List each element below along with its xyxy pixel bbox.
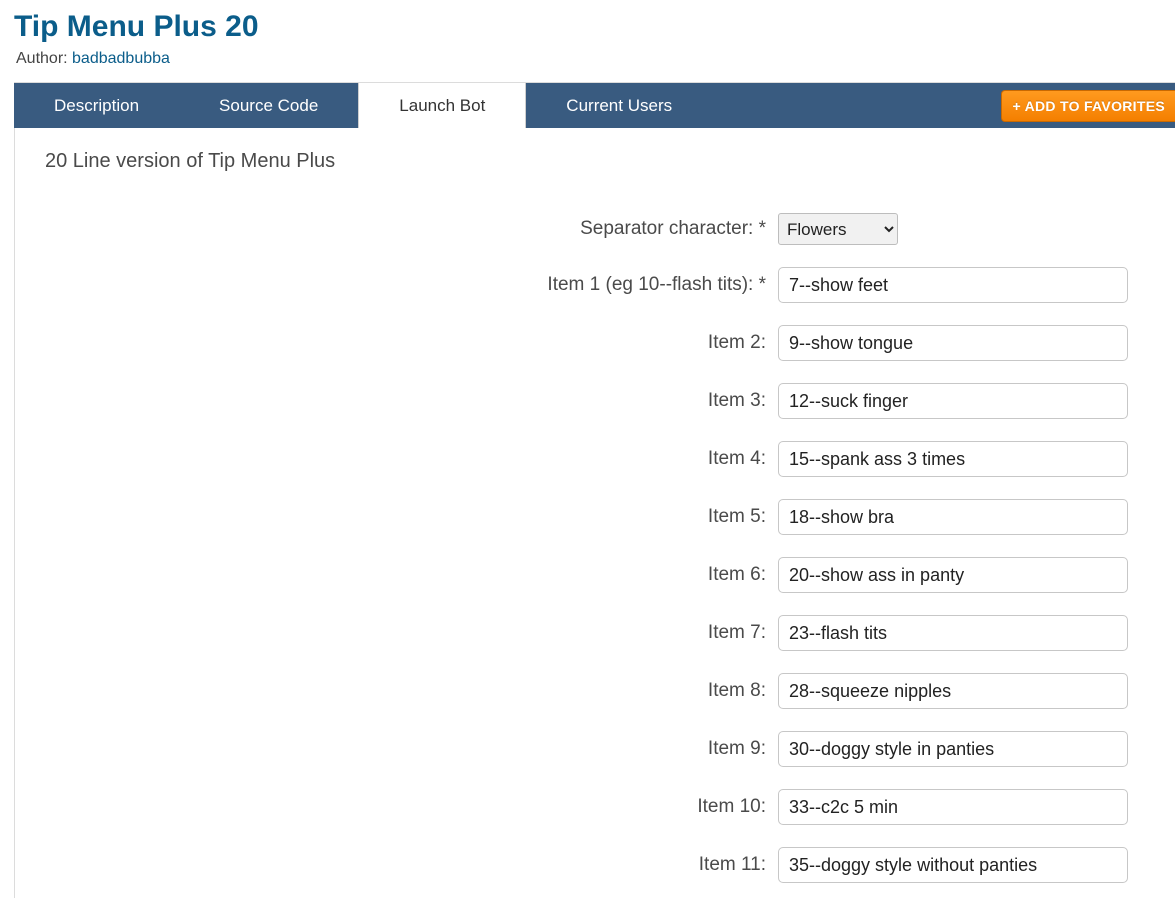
form-row-item-1: Item 1 (eg 10--flash tits): * — [15, 267, 1175, 303]
item-4-input[interactable] — [778, 441, 1128, 477]
item-label: Item 9: — [15, 738, 778, 760]
form-row-item-4: Item 4: — [15, 441, 1175, 477]
form-row-item-8: Item 8: — [15, 673, 1175, 709]
item-10-input[interactable] — [778, 789, 1128, 825]
content-area: 20 Line version of Tip Menu Plus Separat… — [14, 128, 1175, 898]
bot-description: 20 Line version of Tip Menu Plus — [45, 150, 1175, 173]
item-label: Item 10: — [15, 796, 778, 818]
tab-bar: Description Source Code Launch Bot Curre… — [14, 82, 1175, 128]
add-to-favorites-button[interactable]: + ADD TO FAVORITES — [1001, 90, 1175, 122]
item-6-input[interactable] — [778, 557, 1128, 593]
item-label: Item 1 (eg 10--flash tits): * — [15, 274, 778, 296]
item-label: Item 8: — [15, 680, 778, 702]
item-1-input[interactable] — [778, 267, 1128, 303]
item-label: Item 4: — [15, 448, 778, 470]
form-row-item-9: Item 9: — [15, 731, 1175, 767]
item-label: Item 5: — [15, 506, 778, 528]
form-row-item-10: Item 10: — [15, 789, 1175, 825]
item-label: Item 2: — [15, 332, 778, 354]
item-8-input[interactable] — [778, 673, 1128, 709]
item-label: Item 6: — [15, 564, 778, 586]
item-7-input[interactable] — [778, 615, 1128, 651]
page-title: Tip Menu Plus 20 — [14, 10, 1175, 44]
separator-select[interactable]: Flowers — [778, 213, 898, 245]
author-prefix: Author: — [16, 50, 72, 67]
form-row-item-6: Item 6: — [15, 557, 1175, 593]
form-row-item-3: Item 3: — [15, 383, 1175, 419]
tab-current-users[interactable]: Current Users — [526, 83, 712, 128]
item-label: Item 7: — [15, 622, 778, 644]
item-11-input[interactable] — [778, 847, 1128, 883]
form-row-item-2: Item 2: — [15, 325, 1175, 361]
form-row-item-11: Item 11: — [15, 847, 1175, 883]
tab-launch-bot[interactable]: Launch Bot — [358, 83, 526, 128]
tab-description[interactable]: Description — [14, 83, 179, 128]
item-label: Item 11: — [15, 854, 778, 876]
separator-label: Separator character: * — [15, 218, 778, 240]
item-5-input[interactable] — [778, 499, 1128, 535]
item-9-input[interactable] — [778, 731, 1128, 767]
form-row-item-7: Item 7: — [15, 615, 1175, 651]
tab-source-code[interactable]: Source Code — [179, 83, 358, 128]
author-line: Author: badbadbubba — [16, 50, 1175, 68]
item-2-input[interactable] — [778, 325, 1128, 361]
item-3-input[interactable] — [778, 383, 1128, 419]
item-label: Item 3: — [15, 390, 778, 412]
form-row-separator: Separator character: * Flowers — [15, 213, 1175, 245]
form-row-item-5: Item 5: — [15, 499, 1175, 535]
author-link[interactable]: badbadbubba — [72, 50, 170, 67]
